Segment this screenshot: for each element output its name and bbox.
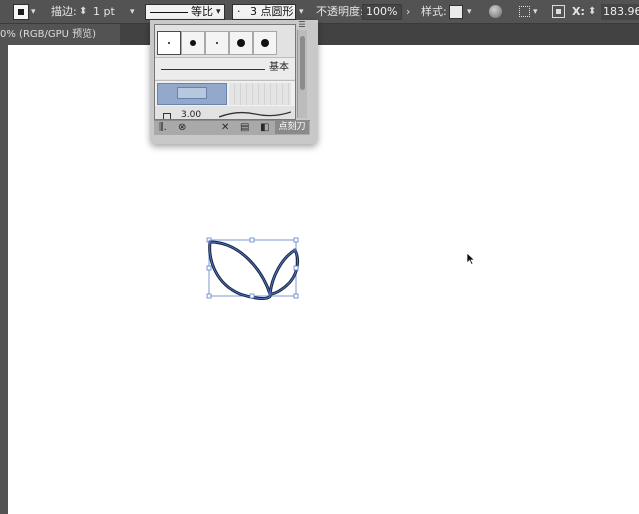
brush-dot-icon: ·: [237, 5, 241, 18]
remove-stroke-icon[interactable]: ✕: [221, 121, 229, 134]
art-brush-wave-icon: [219, 111, 291, 118]
brush-swatch-5[interactable]: [253, 31, 277, 55]
selected-leaf-artwork[interactable]: [200, 232, 304, 304]
leaf-right-highlight: [269, 249, 298, 295]
mouse-pointer-icon: [466, 252, 476, 265]
brush-label: 3 点圆形: [250, 5, 294, 18]
x-label: X:: [572, 5, 585, 18]
opacity-label: 不透明度:: [316, 5, 364, 18]
brush-library-icon[interactable]: ⫼.: [159, 121, 167, 134]
reference-point-icon[interactable]: [552, 5, 565, 18]
panel-menu-icon[interactable]: ☰: [296, 20, 308, 30]
brush-square-icon: [163, 113, 171, 119]
brush-swatch-3[interactable]: [205, 31, 229, 55]
tools-panel-edge: [0, 45, 8, 514]
brush-swatch-1[interactable]: [157, 31, 181, 55]
graphic-style-swatch[interactable]: [449, 5, 463, 19]
opacity-input[interactable]: 100%: [362, 4, 402, 20]
style-label: 样式:: [421, 5, 447, 18]
pattern-brush-row[interactable]: [155, 80, 295, 106]
pattern-brush-preview-icon: [229, 83, 291, 105]
basic-label: 基本: [269, 62, 289, 73]
new-brush-icon[interactable]: ◧: [260, 121, 269, 134]
document-tab-bar: 0% (RGB/GPU 预览): [0, 24, 639, 45]
x-stepper-icon[interactable]: ⬍: [588, 0, 596, 24]
large-dot-icon: [261, 39, 269, 47]
recolor-artwork-icon[interactable]: [489, 5, 502, 18]
style-chevron-down-icon[interactable]: ▾: [467, 0, 472, 24]
stroke-weight-stepper-icon[interactable]: ⬍: [79, 0, 87, 24]
brush-definition-select[interactable]: · 3 点圆形: [232, 4, 296, 20]
leaf-left-path: [208, 240, 272, 300]
stroke-weight-chevron-down-icon[interactable]: ▾: [130, 0, 135, 24]
brush-swatch-4[interactable]: [229, 31, 253, 55]
art-brush-value: 3.00: [181, 110, 202, 119]
stroke-color-icon: [18, 9, 24, 15]
x-coordinate-input[interactable]: 183.969: [601, 4, 639, 20]
profile-line-icon: [150, 12, 188, 13]
grid-chevron-down-icon[interactable]: ▾: [533, 0, 538, 24]
stroke-weight-input[interactable]: 1 pt: [93, 0, 115, 24]
brush-list-scrollbar[interactable]: [297, 30, 307, 118]
transform-grid-icon[interactable]: [519, 6, 530, 17]
small-dot-icon: [216, 42, 218, 44]
basic-line-icon: [161, 69, 265, 70]
art-brush-row[interactable]: 3.00: [155, 107, 295, 119]
brush-swatch-2[interactable]: [181, 31, 205, 55]
options-icon[interactable]: ▤: [240, 121, 249, 134]
profile-label: 等比: [191, 5, 213, 18]
stroke-color-swatch[interactable]: [13, 4, 29, 20]
control-bar: ▾ 描边: ⬍ 1 pt ▾ 等比 ▾ · 3 点圆形 ▾ 不透明度: 100%…: [0, 0, 639, 24]
brush-basic-row[interactable]: 基本: [155, 57, 295, 79]
large-dot-icon: [237, 39, 245, 47]
stroke-color-chevron-down-icon[interactable]: ▾: [31, 0, 36, 24]
selected-brush-tooltip: 点刻刀: [275, 121, 309, 134]
opacity-chevron-right-icon[interactable]: ›: [406, 0, 410, 24]
variable-width-profile-select[interactable]: 等比: [145, 4, 225, 20]
stroke-label: 描边:: [51, 5, 77, 18]
scrollbar-thumb[interactable]: [300, 36, 305, 90]
pattern-brush-corner-icon: [177, 87, 207, 99]
libraries-panel-icon[interactable]: ⊗: [178, 121, 186, 134]
medium-dot-icon: [190, 40, 196, 46]
document-tab[interactable]: 0% (RGB/GPU 预览): [0, 24, 120, 45]
small-dot-icon: [168, 42, 170, 44]
